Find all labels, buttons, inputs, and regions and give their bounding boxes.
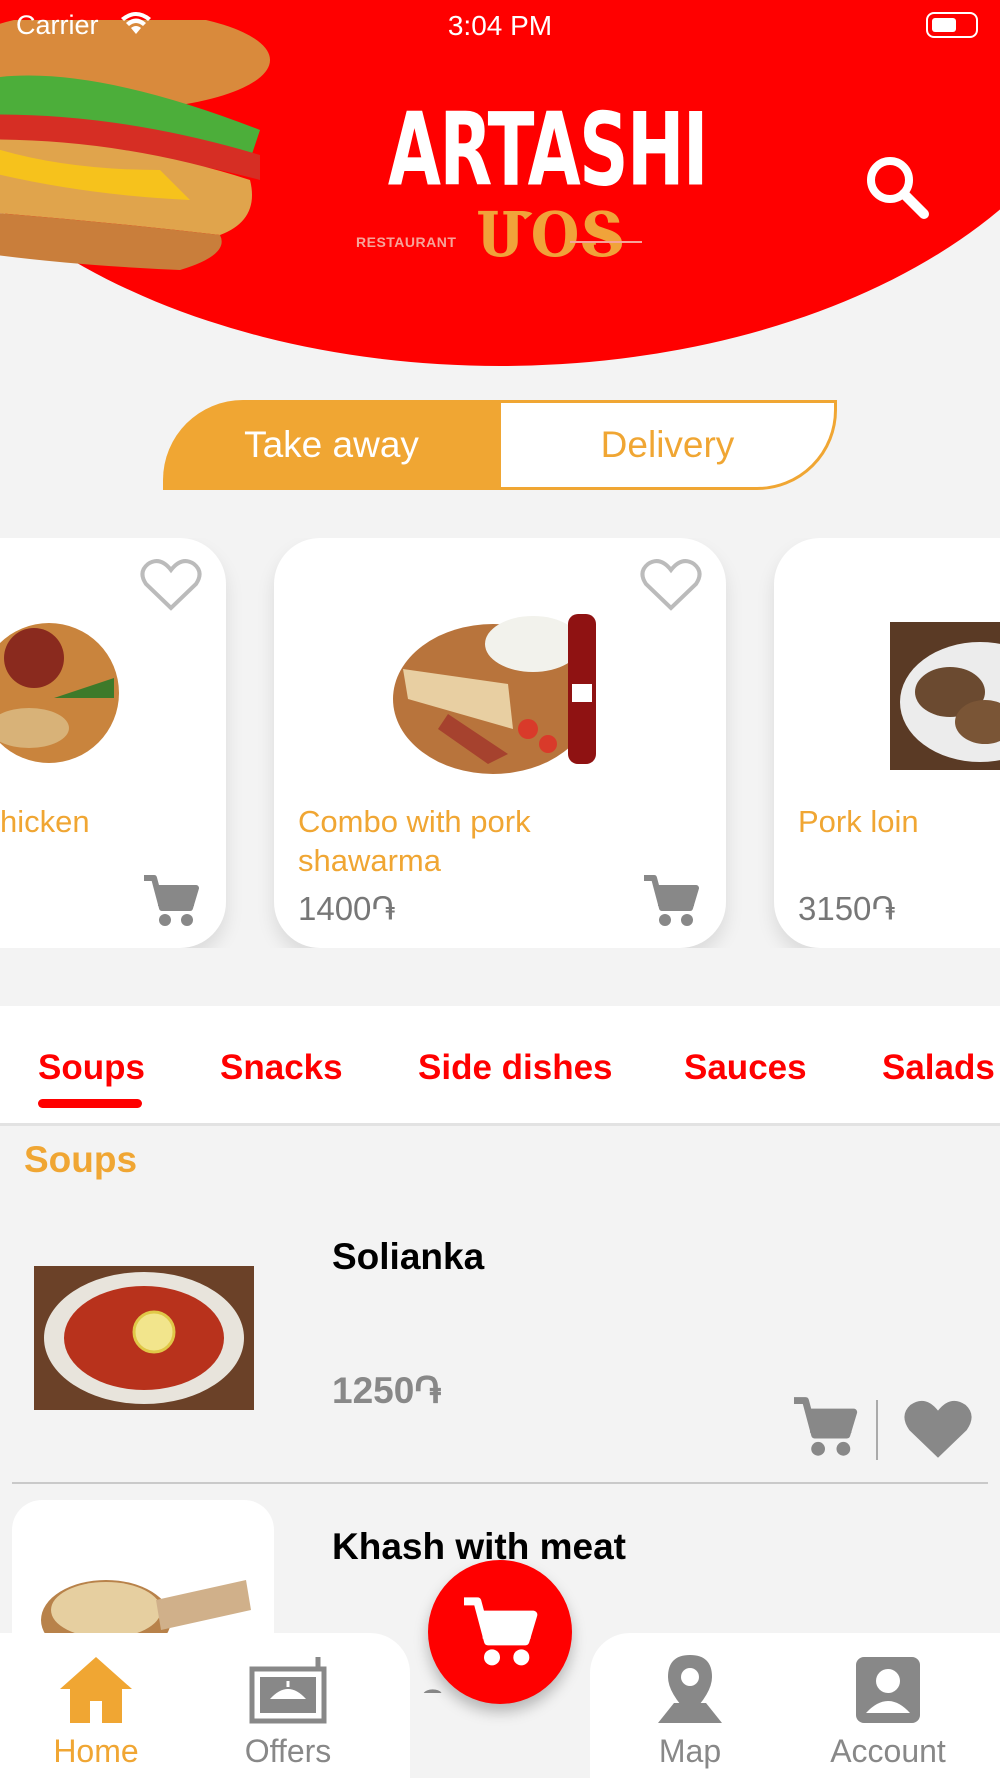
brand-line [570,241,642,243]
cart-icon[interactable] [790,1396,860,1458]
cart-fab-button[interactable] [428,1560,572,1704]
brand-name: ARTASHI [387,90,709,209]
nav-label: Account [830,1733,946,1769]
nav-map[interactable]: Map [610,1643,770,1773]
status-time: 3:04 PM [447,10,553,41]
featured-card-price: 3150֏ [798,890,896,927]
order-mode-toggle: Take away Delivery [163,400,837,490]
search-icon[interactable] [862,152,932,222]
tab-side-dishes[interactable]: Side dishes [418,1048,613,1088]
featured-card-price: 1400֏ [298,890,396,927]
category-tabs: Soups Snacks Side dishes Sauces Salads [0,1006,1000,1126]
food-image [890,622,1000,770]
item-image-card [12,1500,274,1640]
list-item[interactable]: Solianka 1250֏ [0,1210,1000,1500]
favorite-outline-icon[interactable] [140,558,202,612]
cart-icon [464,1597,538,1666]
battery-icon [926,12,978,38]
tab-salads[interactable]: Salads [882,1048,995,1088]
featured-card-name: Combo with pork shawarma [298,804,531,878]
item-name: Solianka [332,1236,485,1277]
tab-soups[interactable]: Soups [38,1048,145,1088]
nav-offers[interactable]: Offers [208,1643,368,1773]
active-tab-indicator [38,1099,142,1108]
food-image [0,623,119,763]
brand-mark: ՄՕՏ [476,198,625,271]
header: Carrier 3:04 PM ARTASHI RESTAURANT ՄՕՏ [0,0,1000,370]
featured-card[interactable]: Pork loin 3150֏ [774,538,1000,948]
cart-icon[interactable] [142,874,200,928]
tab-sauces[interactable]: Sauces [684,1048,807,1088]
map-pin-icon [658,1655,722,1723]
food-image [393,614,596,774]
home-icon [60,1657,132,1723]
brand-logo: ARTASHI RESTAURANT ՄՕՏ [356,58,709,271]
brand-subtitle: RESTAURANT [356,234,457,250]
featured-carousel[interactable]: hicken Combo with pork shawarma 1400֏ Po… [0,538,1000,948]
nav-label: Home [53,1733,139,1769]
cart-icon[interactable] [642,874,700,928]
status-bar: Carrier 3:04 PM [0,0,1000,50]
item-name: Khash with meat [332,1526,626,1567]
nav-center-notch [380,1693,620,1778]
section-title: Soups [24,1139,138,1180]
favorite-outline-icon[interactable] [640,558,702,612]
offers-icon [249,1657,327,1724]
nav-home[interactable]: Home [16,1643,176,1773]
take-away-button[interactable]: Take away [163,400,500,490]
nav-label: Map [658,1733,722,1769]
nav-account[interactable]: Account [808,1643,968,1773]
item-price: 1250֏ [332,1370,442,1411]
featured-card[interactable]: Combo with pork shawarma 1400֏ [274,538,726,948]
tab-snacks[interactable]: Snacks [220,1048,343,1088]
account-icon [856,1657,920,1723]
nav-label: Offers [244,1733,332,1769]
row-divider [12,1482,988,1484]
food-image [41,1580,251,1640]
food-image [34,1266,254,1410]
burger-image [0,20,270,270]
delivery-button[interactable]: Delivery [498,400,837,490]
featured-card[interactable]: hicken [0,538,226,948]
featured-card-name: Pork loin [798,804,919,839]
favorite-icon[interactable] [902,1398,974,1460]
action-divider [876,1400,878,1460]
